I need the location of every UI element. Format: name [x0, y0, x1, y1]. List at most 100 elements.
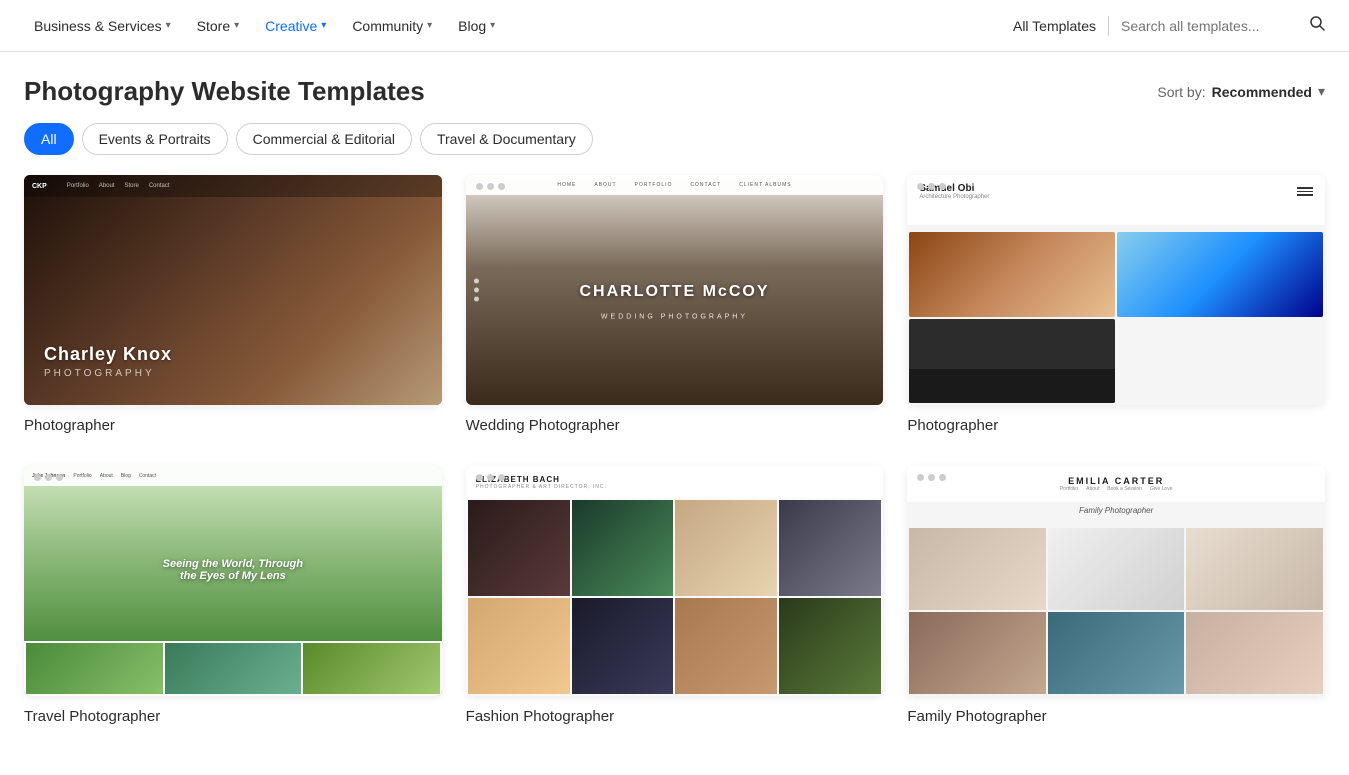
t-main-text2: the Eyes of My Lens: [163, 570, 303, 582]
s-menu-line: [1297, 187, 1313, 189]
template-thumb-charlotte: HOME ABOUT PORTFOLIO CONTACT CLIENT ALBU…: [466, 175, 884, 405]
sim-nav2-item: HOME: [557, 182, 576, 188]
em-nav-item: Book a Session: [1107, 486, 1142, 492]
nav-item-business-services[interactable]: Business & Services ▾: [24, 12, 181, 40]
t-bottom-img2: [165, 643, 302, 694]
chevron-down-icon: ▾: [321, 20, 326, 31]
template-card-samuel-obi[interactable]: Samuel Obi Architecture Photographer Pho…: [907, 175, 1325, 434]
template-thumb-emilia: EMILIA CARTER Portfolio About Book a Ses…: [907, 466, 1325, 696]
nav-label-creative: Creative: [265, 18, 317, 34]
template-label: Family Photographer: [907, 708, 1325, 725]
nav-item-store[interactable]: Store ▾: [187, 12, 250, 40]
chevron-down-icon: ▾: [427, 20, 432, 31]
em-nav: Portfolio About Book a Session Give Love: [1060, 486, 1173, 492]
side-dot: [474, 279, 479, 284]
em-nav-item: About: [1086, 486, 1099, 492]
sim-nav2-item: PORTFOLIO: [635, 182, 673, 188]
template-label: Travel Photographer: [24, 708, 442, 725]
e-grid: [466, 498, 884, 696]
sim-nav-item: Store: [124, 183, 138, 189]
s-image-1: [909, 232, 1115, 317]
template-label: Photographer: [907, 417, 1325, 434]
search-input[interactable]: [1121, 18, 1301, 34]
e-header: ELIZABETH BACH PHOTOGRAPHER & ART DIRECT…: [466, 466, 884, 498]
search-container: [1121, 15, 1325, 36]
t-nav-item: Portfolio: [73, 473, 91, 479]
sim-nav: CKP Portfolio About Store Contact: [24, 175, 442, 197]
e-grid-7: [675, 598, 777, 694]
s-images: [907, 230, 1325, 405]
dot: [45, 474, 52, 481]
nav-label-community: Community: [352, 18, 423, 34]
template-card-charley-knox[interactable]: CKP Portfolio About Store Contact Charle…: [24, 175, 442, 434]
e-name: ELIZABETH BACH: [476, 475, 874, 484]
template-label: Wedding Photographer: [466, 417, 884, 434]
side-dot: [474, 297, 479, 302]
template-card-elizabeth-bach[interactable]: ELIZABETH BACH PHOTOGRAPHER & ART DIRECT…: [466, 466, 884, 725]
template-thumb-elizabeth: ELIZABETH BACH PHOTOGRAPHER & ART DIRECT…: [466, 466, 884, 696]
s-menu: [1297, 187, 1313, 196]
all-templates-link[interactable]: All Templates: [1013, 18, 1096, 34]
s-sub: Architecture Photographer: [919, 194, 989, 200]
template-card-travel[interactable]: Jake Johnson Portfolio About Blog Contac…: [24, 466, 442, 725]
t-bottom-img1: [26, 643, 163, 694]
t-text: Seeing the World, Through the Eyes of My…: [163, 558, 303, 582]
window-dots: [476, 183, 505, 190]
couple-name: CHARLOTTE McCOY: [579, 283, 769, 301]
search-icon[interactable]: [1309, 15, 1325, 36]
em-tagline: Family Photographer: [1079, 506, 1153, 515]
dot: [498, 474, 505, 481]
couple-subtitle: WEDDING PHOTOGRAPHY: [601, 314, 748, 321]
dot: [917, 183, 924, 190]
template-grid: CKP Portfolio About Store Contact Charle…: [0, 175, 1349, 765]
e-grid-8: [779, 598, 881, 694]
chevron-down-icon: ▾: [1318, 83, 1325, 100]
e-grid-1: [468, 500, 570, 596]
s-menu-line: [1297, 191, 1313, 193]
template-card-charlotte-mccoy[interactable]: HOME ABOUT PORTFOLIO CONTACT CLIENT ALBU…: [466, 175, 884, 434]
dot: [917, 474, 924, 481]
sim-nav2: HOME ABOUT PORTFOLIO CONTACT CLIENT ALBU…: [466, 175, 884, 195]
e-grid-3: [675, 500, 777, 596]
template-card-emilia-carter[interactable]: EMILIA CARTER Portfolio About Book a Ses…: [907, 466, 1325, 725]
dot: [939, 183, 946, 190]
page-title: Photography Website Templates: [24, 76, 425, 107]
filter-tab-commercial-editorial[interactable]: Commercial & Editorial: [236, 123, 412, 155]
s-menu-line: [1297, 194, 1313, 196]
em-nav-item: Give Love: [1150, 486, 1173, 492]
t-bottom-img3: [303, 643, 440, 694]
filter-tab-events-portraits[interactable]: Events & Portraits: [82, 123, 228, 155]
em-nav-item: Portfolio: [1060, 486, 1078, 492]
em-grid-3: [1186, 528, 1323, 610]
window-dots: [917, 474, 946, 481]
window-dots: [34, 474, 63, 481]
filter-tab-travel-documentary[interactable]: Travel & Documentary: [420, 123, 593, 155]
template-thumb-samuel: Samuel Obi Architecture Photographer: [907, 175, 1325, 405]
sim-nav2-item: CONTACT: [690, 182, 721, 188]
s-header: Samuel Obi Architecture Photographer: [907, 175, 1325, 225]
main-nav: Business & Services ▾ Store ▾ Creative ▾…: [0, 0, 1349, 52]
template-label: Photographer: [24, 417, 442, 434]
template-label: Fashion Photographer: [466, 708, 884, 725]
nav-item-community[interactable]: Community ▾: [342, 12, 442, 40]
template-thumb-travel: Jake Johnson Portfolio About Blog Contac…: [24, 466, 442, 696]
photographer-name: Charley Knox: [44, 344, 172, 365]
window-dots: [917, 183, 946, 190]
sim-nav2-item: ABOUT: [594, 182, 616, 188]
nav-item-blog[interactable]: Blog ▾: [448, 12, 505, 40]
sim-nav-item: About: [99, 183, 115, 189]
t-nav-item: Blog: [121, 473, 131, 479]
template-thumb-charley-knox: CKP Portfolio About Store Contact Charle…: [24, 175, 442, 405]
sim-nav-item: Contact: [149, 183, 170, 189]
sim-logo: CKP: [32, 183, 47, 190]
sort-by-control[interactable]: Sort by: Recommended ▾: [1157, 83, 1325, 100]
s-image-2: [1117, 232, 1323, 317]
nav-items: Business & Services ▾ Store ▾ Creative ▾…: [24, 12, 1013, 40]
filter-tab-all[interactable]: All: [24, 123, 74, 155]
photographer-subtitle: Photography: [44, 368, 155, 379]
nav-item-creative[interactable]: Creative ▾: [255, 12, 336, 40]
t-nav: Jake Johnson Portfolio About Blog Contac…: [24, 466, 442, 486]
e-sub: PHOTOGRAPHER & ART DIRECTOR, INC.: [476, 484, 874, 490]
page-header: Photography Website Templates Sort by: R…: [0, 52, 1349, 123]
em-grid-6: [1186, 612, 1323, 694]
